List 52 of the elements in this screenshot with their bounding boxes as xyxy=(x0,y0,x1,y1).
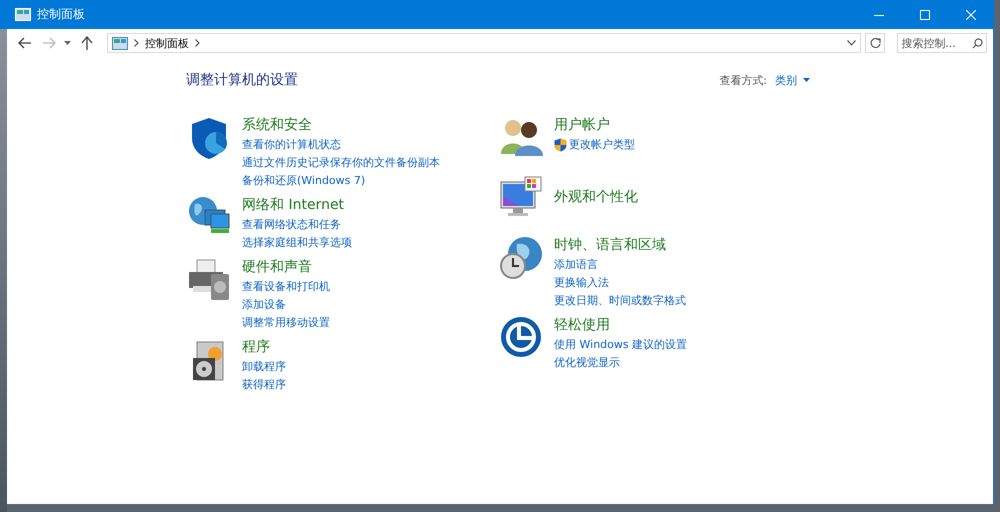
category-title[interactable]: 轻松使用 xyxy=(554,316,610,334)
chevron-icon xyxy=(194,39,200,47)
view-by-dropdown[interactable]: 类别 xyxy=(775,72,810,88)
page-heading: 调整计算机的设置 xyxy=(186,71,298,89)
window-title: 控制面板 xyxy=(37,6,85,23)
category-title[interactable]: 程序 xyxy=(242,338,270,356)
task-link[interactable]: 查看设备和打印机 xyxy=(242,279,330,294)
task-link[interactable]: 使用 Windows 建议的设置 xyxy=(554,337,688,352)
task-link[interactable]: 获得程序 xyxy=(242,377,286,392)
category-title[interactable]: 硬件和声音 xyxy=(242,258,312,276)
task-link[interactable]: 更换输入法 xyxy=(554,275,609,290)
task-link[interactable]: 更改日期、时间或数字格式 xyxy=(554,293,686,308)
category-title[interactable]: 网络和 Internet xyxy=(242,196,344,214)
close-icon xyxy=(966,10,976,20)
task-link[interactable]: 选择家庭组和共享选项 xyxy=(242,235,352,250)
chevron-icon xyxy=(134,39,139,47)
ease-of-access-icon xyxy=(500,316,542,358)
task-link[interactable]: 添加语言 xyxy=(554,257,598,272)
back-arrow-icon xyxy=(18,37,32,49)
category-title[interactable]: 外观和个性化 xyxy=(554,176,638,206)
task-link[interactable]: 通过文件历史记录保存你的文件备份副本 xyxy=(242,155,440,170)
maximize-icon xyxy=(920,10,930,20)
network-icon xyxy=(187,196,231,236)
task-link[interactable]: 查看你的计算机状态 xyxy=(242,137,341,152)
task-link[interactable]: 更改帐户类型 xyxy=(569,137,635,152)
printer-icon xyxy=(187,258,231,302)
task-link[interactable]: 调整常用移动设置 xyxy=(242,315,330,330)
up-arrow-icon xyxy=(80,36,93,50)
caret-icon xyxy=(64,41,72,45)
globe-clock-icon xyxy=(499,236,543,280)
search-icon xyxy=(972,38,984,48)
category-title[interactable]: 系统和安全 xyxy=(242,116,312,134)
task-link[interactable]: 备份和还原(Windows 7) xyxy=(242,173,366,188)
breadcrumb[interactable]: 控制面板 xyxy=(144,36,189,50)
category-title[interactable]: 用户帐户 xyxy=(554,116,610,134)
task-link[interactable]: 查看网络状态和任务 xyxy=(242,217,341,232)
search-field[interactable]: 搜索控制... xyxy=(897,33,988,53)
uac-shield-icon xyxy=(554,138,567,152)
forward-arrow-icon xyxy=(42,37,56,49)
control-panel-icon xyxy=(15,8,31,21)
dropdown-icon[interactable] xyxy=(847,40,856,46)
refresh-icon xyxy=(870,38,881,48)
refresh-button[interactable] xyxy=(865,33,886,53)
category-title[interactable]: 时钟、语言和区域 xyxy=(554,236,666,254)
task-link[interactable]: 优化视觉显示 xyxy=(554,355,620,370)
shield-icon xyxy=(189,116,229,160)
caret-icon xyxy=(803,78,810,82)
view-by-label: 查看方式: xyxy=(719,72,767,88)
task-link[interactable]: 卸载程序 xyxy=(242,359,286,374)
control-panel-icon xyxy=(112,36,128,50)
address-bar[interactable]: 控制面板 xyxy=(106,33,862,53)
task-link[interactable]: 添加设备 xyxy=(242,297,286,312)
